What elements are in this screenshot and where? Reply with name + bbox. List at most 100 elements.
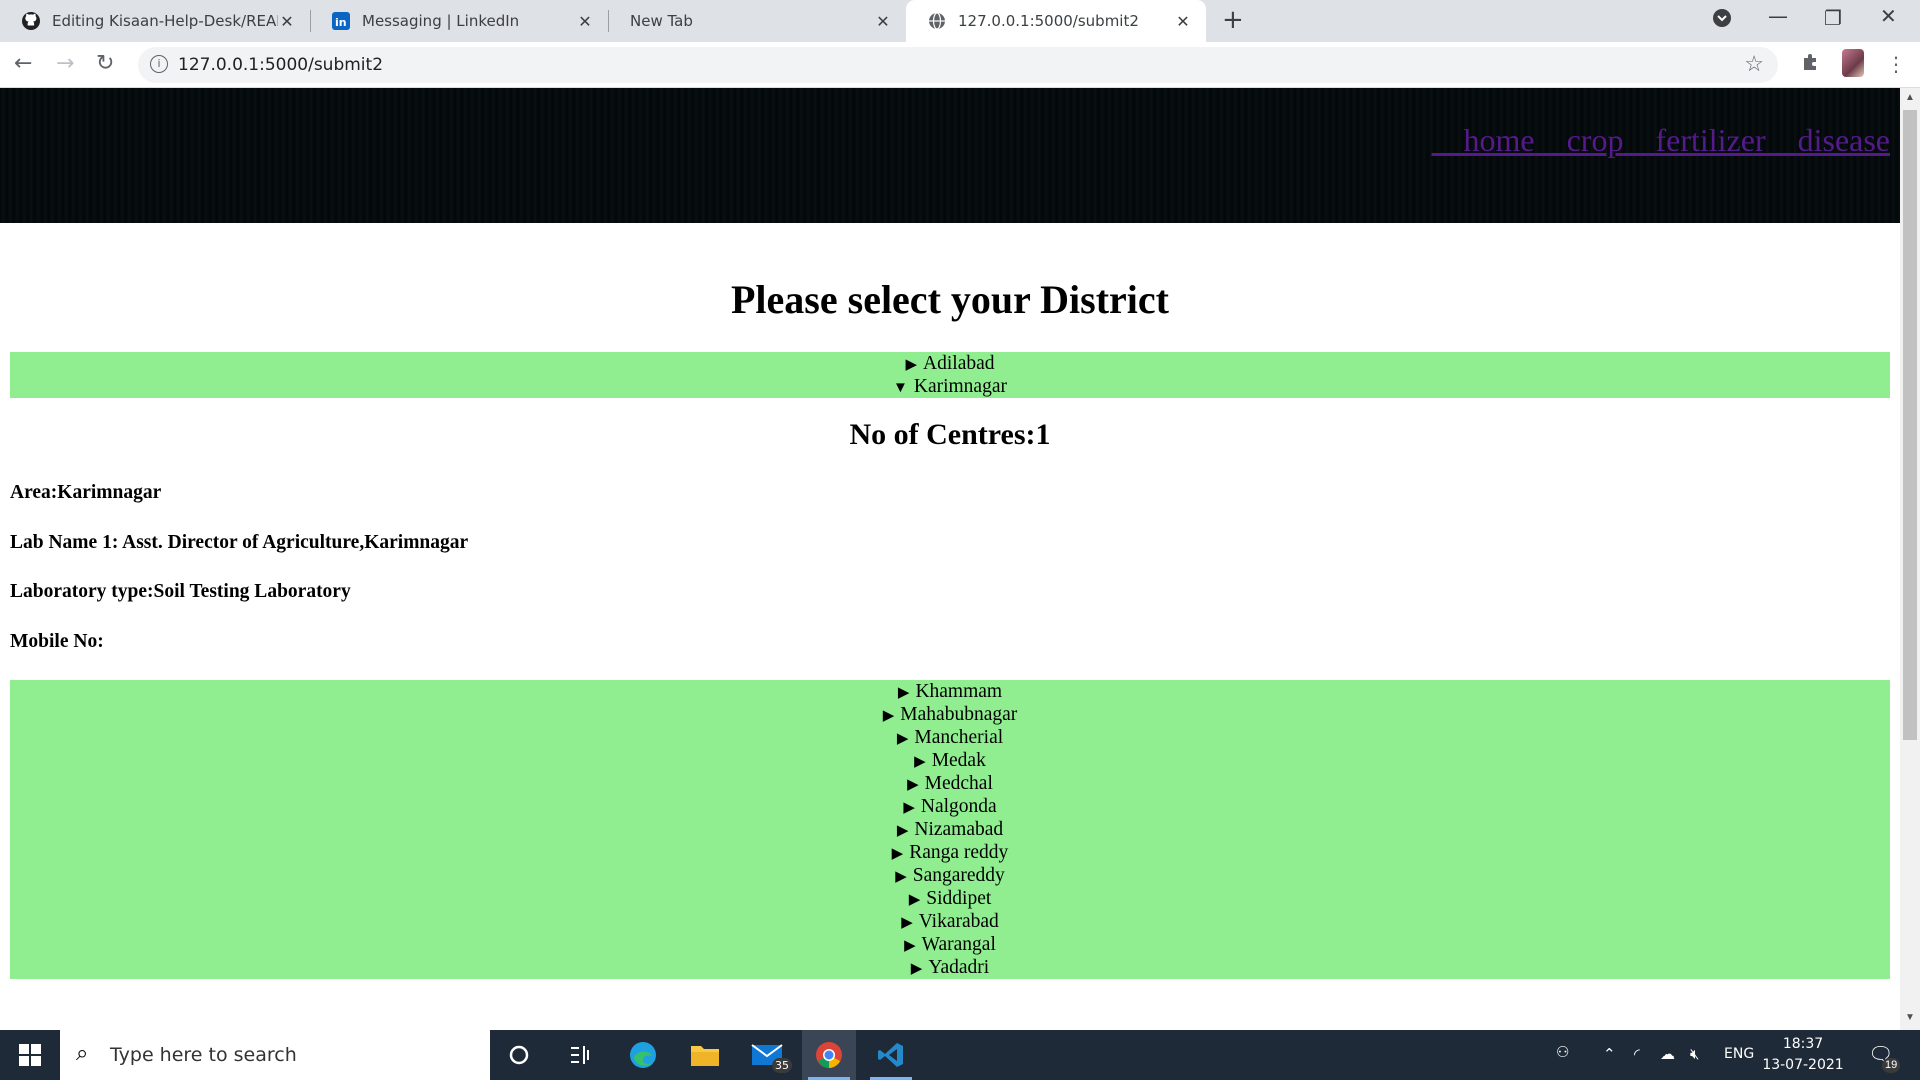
collapsed-triangle-icon: ▶ [895, 869, 907, 885]
linkedin-icon: in [332, 12, 350, 30]
lab-name-text: Lab Name 1: Asst. Director of Agricultur… [10, 532, 469, 553]
mail-icon[interactable]: 35 [740, 1030, 794, 1080]
district-summary[interactable]: ▶ Ranga reddy [10, 841, 1890, 864]
show-hidden-icons[interactable]: ⌃ [1603, 1045, 1616, 1063]
reload-icon[interactable]: ↻ [96, 51, 114, 76]
mail-badge: 35 [772, 1058, 792, 1073]
collapsed-triangle-icon: ▶ [903, 800, 915, 816]
district-summary[interactable]: ▶ Medchal [10, 772, 1890, 795]
district-summary-adilabad[interactable]: ▶ Adilabad [10, 352, 1890, 375]
onedrive-icon[interactable]: ☁ [1660, 1045, 1675, 1063]
district-summary[interactable]: ▶ Sangareddy [10, 864, 1890, 887]
profile-avatar[interactable] [1842, 49, 1864, 77]
tab-linkedin[interactable]: in Messaging | LinkedIn ✕ [310, 0, 608, 42]
language-indicator[interactable]: ENG [1724, 1046, 1754, 1062]
nav-home-link[interactable]: home [1432, 122, 1535, 158]
page-title: Please select your District [731, 277, 1169, 322]
minimize-icon[interactable]: — [1768, 4, 1788, 28]
lab-type-text: Laboratory type:Soil Testing Laboratory [10, 581, 351, 602]
centres-count-heading: No of Centres:1 [849, 418, 1051, 451]
collapsed-triangle-icon: ▶ [907, 777, 919, 793]
browser-toolbar: ← → ↻ i 127.0.0.1:5000/submit2 ☆ ⋮ [0, 42, 1920, 88]
district-summary[interactable]: ▶ Nizamabad [10, 818, 1890, 841]
task-view-icon[interactable] [553, 1030, 607, 1080]
collapsed-triangle-icon: ▶ [905, 357, 918, 373]
site-nav: home crop fertilizer disease [1432, 122, 1891, 159]
district-summary[interactable]: ▶ Yadadri [10, 956, 1890, 979]
district-summary[interactable]: ▶ Siddipet [10, 887, 1890, 910]
clock-date: 13-07-2021 [1762, 1057, 1844, 1073]
close-window-icon[interactable]: ✕ [1880, 4, 1897, 28]
network-icon[interactable]: ◜ [1634, 1045, 1640, 1063]
scroll-thumb[interactable] [1903, 110, 1917, 740]
nav-crop-link[interactable]: crop [1535, 122, 1624, 158]
clock-time: 18:37 [1782, 1036, 1824, 1052]
district-summary-karimnagar[interactable]: ▼ Karimnagar [10, 375, 1890, 398]
edge-icon[interactable] [616, 1030, 670, 1080]
tab-search-icon[interactable] [1712, 8, 1732, 33]
tab-title: Editing Kisaan-Help-Desk/READM [52, 12, 278, 30]
collapsed-triangle-icon: ▶ [897, 685, 910, 701]
page-viewport: home crop fertilizer disease Please sele… [0, 88, 1900, 1030]
windows-start-icon[interactable] [0, 1030, 60, 1080]
district-summary[interactable]: ▶ Warangal [10, 933, 1890, 956]
tab-title: Messaging | LinkedIn [362, 12, 520, 30]
github-icon [22, 12, 40, 30]
taskbar-search-box[interactable]: ⌕ Type here to search [60, 1030, 490, 1080]
district-summary[interactable]: ▶ Mahabubnagar [10, 703, 1890, 726]
windows-taskbar: ⌕ Type here to search 35 ⚇ ⌃ ◜ ☁ 🔇︎ ENG … [0, 1030, 1920, 1080]
collapsed-triangle-icon: ▶ [891, 846, 904, 862]
tab-new-tab[interactable]: New Tab ✕ [608, 0, 906, 42]
close-tab-icon[interactable]: ✕ [576, 12, 594, 31]
volume-muted-icon[interactable]: 🔇︎ [1690, 1045, 1699, 1063]
bookmark-star-icon[interactable]: ☆ [1744, 51, 1764, 77]
expanded-triangle-icon: ▼ [893, 380, 908, 396]
district-summary[interactable]: ▶ Medak [10, 749, 1890, 772]
tab-title: New Tab [630, 12, 693, 30]
url-text[interactable]: 127.0.0.1:5000/submit2 [178, 55, 383, 75]
forward-icon[interactable]: → [56, 51, 74, 76]
collapsed-triangle-icon: ▶ [904, 938, 916, 954]
close-tab-icon[interactable]: ✕ [1174, 12, 1192, 31]
district-summary[interactable]: ▶ Mancherial [10, 726, 1890, 749]
tab-github[interactable]: Editing Kisaan-Help-Desk/READM ✕ [0, 0, 310, 42]
district-summary[interactable]: ▶ Nalgonda [10, 795, 1890, 818]
scroll-up-icon[interactable]: ▲ [1905, 92, 1915, 103]
collapsed-triangle-icon: ▶ [882, 708, 895, 724]
notification-badge: 19 [1882, 1058, 1901, 1073]
collapsed-triangle-icon: ▶ [896, 823, 909, 839]
district-summary[interactable]: ▶ Khammam [10, 680, 1890, 703]
restore-icon[interactable]: ❐ [1824, 6, 1842, 30]
close-tab-icon[interactable]: ✕ [278, 12, 296, 31]
district-list-top: ▶ Adilabad ▼ Karimnagar [10, 352, 1890, 398]
district-summary[interactable]: ▶ Vikarabad [10, 910, 1890, 933]
tab-submit2[interactable]: 127.0.0.1:5000/submit2 ✕ [906, 0, 1206, 42]
back-icon[interactable]: ← [14, 51, 32, 76]
vscode-icon[interactable] [864, 1030, 918, 1080]
nav-fertilizer-link[interactable]: fertilizer [1623, 122, 1765, 158]
cortana-icon[interactable] [492, 1030, 546, 1080]
site-info-icon[interactable]: i [150, 55, 168, 73]
collapsed-triangle-icon: ▶ [901, 915, 913, 931]
scroll-down-icon[interactable]: ▼ [1905, 1012, 1915, 1023]
address-bar[interactable]: i 127.0.0.1:5000/submit2 ☆ [138, 47, 1778, 83]
taskbar-clock[interactable]: 18:37 13-07-2021 [1758, 1034, 1848, 1076]
globe-icon [928, 12, 946, 30]
file-explorer-icon[interactable] [678, 1030, 732, 1080]
area-text: Area:Karimnagar [10, 482, 162, 503]
people-icon[interactable]: ⚇ [1556, 1043, 1569, 1061]
close-tab-icon[interactable]: ✕ [874, 12, 892, 31]
extensions-icon[interactable] [1800, 52, 1820, 77]
site-header: home crop fertilizer disease [0, 88, 1900, 223]
tab-strip: Editing Kisaan-Help-Desk/READM ✕ in Mess… [0, 0, 1920, 42]
mobile-text: Mobile No: [10, 631, 104, 652]
menu-kebab-icon[interactable]: ⋮ [1886, 52, 1906, 76]
collapsed-triangle-icon: ▶ [914, 754, 926, 770]
page-scrollbar[interactable]: ▲ ▼ [1900, 88, 1920, 1030]
nav-disease-link[interactable]: disease [1766, 122, 1890, 158]
chrome-icon[interactable] [802, 1030, 856, 1080]
tab-title: 127.0.0.1:5000/submit2 [958, 12, 1139, 30]
new-tab-button[interactable]: + [1222, 5, 1244, 35]
search-placeholder: Type here to search [110, 1044, 297, 1066]
collapsed-triangle-icon: ▶ [896, 731, 909, 747]
